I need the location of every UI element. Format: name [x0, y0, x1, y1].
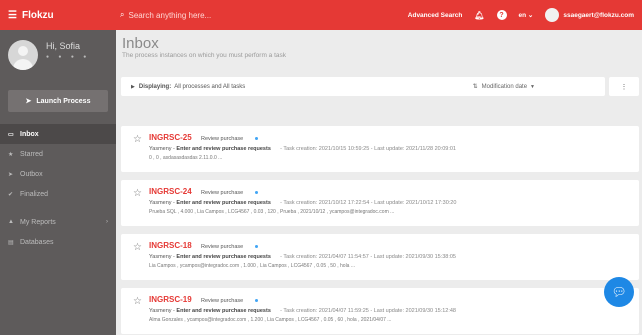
app-name: Flokzu	[21, 9, 54, 21]
list-item[interactable]: ☆ INGRSC-25 Review purchase Yasmeny - En…	[121, 126, 639, 172]
brand[interactable]: ☰ Flokzu	[0, 10, 116, 21]
task-line: Yasmeny - Enter and review purchase requ…	[149, 200, 457, 206]
page-subtitle: The process instances on which you must …	[122, 52, 287, 59]
task-line: Yasmeny - Enter and review purchase requ…	[149, 146, 456, 152]
check-icon: ✔	[8, 191, 14, 198]
database-icon: ▤	[8, 239, 14, 246]
advanced-search-link[interactable]: Advanced Search	[408, 12, 463, 19]
status-dot	[255, 137, 258, 140]
page-title: Inbox	[122, 35, 159, 52]
instance-code[interactable]: INGRSC-18	[149, 241, 192, 250]
bell-icon[interactable]: 🔔︎	[474, 11, 484, 20]
instance-code[interactable]: INGRSC-19	[149, 295, 192, 304]
filter-value: All processes and All tasks	[174, 83, 246, 90]
chevron-right-icon: ›	[106, 219, 108, 225]
instance-code[interactable]: INGRSC-25	[149, 133, 192, 142]
status-dots: ● ● ● ●	[46, 54, 91, 60]
task-line: Yasmeny - Enter and review purchase requ…	[149, 308, 456, 314]
star-icon[interactable]: ☆	[133, 296, 142, 307]
chevron-right-icon[interactable]: ▶	[131, 84, 135, 90]
user-email: ssaegaert@flokzu.com	[563, 11, 634, 19]
search-bar[interactable]: ⌕ Search anything here...	[116, 10, 408, 20]
star-icon[interactable]: ☆	[133, 134, 142, 145]
user-greeting: Hi, Sofia	[46, 41, 81, 51]
sort-icon: ⇅	[472, 84, 478, 90]
menu-icon[interactable]: ☰	[8, 10, 17, 21]
caret-down-icon: ▼	[530, 83, 535, 90]
task-line: Yasmeny - Enter and review purchase requ…	[149, 254, 456, 260]
chat-bubble-icon: 💬︎	[611, 285, 627, 299]
status-dot	[255, 245, 258, 248]
instance-code[interactable]: INGRSC-24	[149, 187, 192, 196]
task-tag: Review purchase	[201, 190, 244, 196]
sidebar: Hi, Sofia ● ● ● ● ➤ Launch Process ▭ Inb…	[0, 30, 116, 335]
filter-bar[interactable]: ▶ Displaying: All processes and All task…	[121, 77, 605, 96]
chat-button[interactable]: 💬︎	[604, 277, 634, 307]
avatar[interactable]	[8, 40, 38, 70]
sidebar-item-my-reports[interactable]: ▲ My Reports ›	[0, 212, 116, 232]
sidebar-item-inbox[interactable]: ▭ Inbox	[0, 124, 116, 144]
search-icon: ⌕	[120, 10, 125, 19]
profile: Hi, Sofia ● ● ● ●	[0, 30, 116, 76]
inbox-icon: ▭	[8, 131, 14, 138]
details-line: Prueba SQL , 4.000 , Lia Campos , LCG456…	[149, 209, 395, 215]
help-icon[interactable]: ?	[496, 10, 507, 20]
sort-select[interactable]: ⇅ Modification date ▼	[472, 83, 535, 91]
language-selector[interactable]: en ⌄	[519, 11, 534, 19]
status-dot	[255, 299, 258, 302]
search-input[interactable]: Search anything here...	[128, 11, 211, 20]
list-item[interactable]: ☆ INGRSC-19 Review purchase Yasmeny - En…	[121, 288, 639, 334]
sidebar-item-starred[interactable]: ★ Starred	[0, 144, 116, 164]
sidebar-item-databases[interactable]: ▤ Databases	[0, 232, 116, 252]
top-bar: ☰ Flokzu ⌕ Search anything here... Advan…	[0, 0, 642, 30]
chart-icon: ▲	[8, 219, 14, 225]
task-tag: Review purchase	[201, 136, 244, 142]
star-icon[interactable]: ☆	[133, 188, 142, 199]
star-icon: ★	[8, 151, 14, 158]
filter-prefix: Displaying:	[138, 83, 172, 90]
more-options-button[interactable]: ⋮	[609, 77, 639, 96]
star-icon[interactable]: ☆	[133, 242, 142, 253]
status-dot	[255, 191, 258, 194]
send-icon: ➤	[25, 98, 32, 105]
main-content: Inbox The process instances on which you…	[116, 30, 642, 335]
details-line: Lia Campos , ycampos@integradoc.com , 1.…	[149, 263, 356, 269]
user-menu[interactable]: ssaegaert@flokzu.com	[545, 8, 634, 22]
list-item[interactable]: ☆ INGRSC-18 Review purchase Yasmeny - En…	[121, 234, 639, 280]
avatar	[545, 8, 560, 22]
launch-process-button[interactable]: ➤ Launch Process	[8, 90, 108, 112]
sidebar-item-outbox[interactable]: ➤ Outbox	[0, 164, 116, 184]
list-item[interactable]: ☆ INGRSC-24 Review purchase Yasmeny - En…	[121, 180, 639, 226]
task-tag: Review purchase	[201, 298, 244, 304]
details-line: 0 , 0 , asdasasdasdas 2.11.0.0 ...	[149, 155, 223, 161]
task-tag: Review purchase	[201, 244, 244, 250]
details-line: Alma Gonzales , ycampos@integradoc.com ,…	[149, 317, 392, 323]
sidebar-item-finalized[interactable]: ✔ Finalized	[0, 184, 116, 204]
send-icon: ➤	[8, 171, 14, 178]
